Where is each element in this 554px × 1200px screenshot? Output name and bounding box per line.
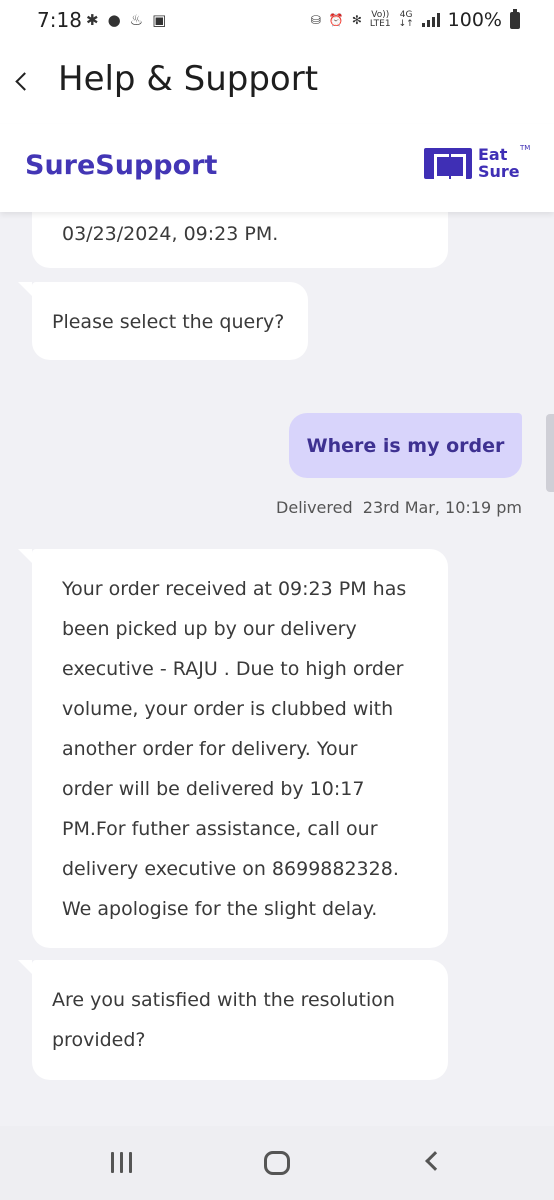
data-saver-icon: ⛁ — [310, 13, 321, 27]
swiggy-icon: ♨ — [129, 11, 144, 29]
app-bar: Help & Support — [0, 44, 554, 124]
brand-header: SureSupport Eat Sure TM — [0, 124, 554, 212]
battery-icon — [510, 8, 520, 29]
battery-percent: 100% — [447, 9, 502, 31]
volte-icon: Vo)) LTE1 — [369, 10, 391, 29]
notification-icons: ✱ ● ♨ ▣ — [86, 10, 166, 30]
eatsure-logo-mark-icon — [424, 148, 472, 179]
bluetooth-icon: ✻ — [351, 13, 362, 27]
system-nav-bar — [0, 1126, 554, 1200]
page-title: Help & Support — [58, 59, 319, 99]
eatsure-logo: Eat Sure TM — [424, 144, 532, 184]
signal-icon — [421, 13, 440, 27]
logo-text: Eat Sure — [478, 145, 520, 181]
bot-message: 03/23/2024, 09:23 PM. — [32, 212, 448, 268]
system-icons: ⛁ ⏰ ✻ Vo)) LTE1 4G ↓↑ 100% — [310, 8, 520, 31]
bot-message: Your order received at 09:23 PM has been… — [32, 549, 448, 948]
bot-message: Please select the query? — [32, 282, 308, 360]
bubble-tail — [18, 960, 32, 974]
home-icon[interactable] — [264, 1151, 290, 1175]
message-delivery-status: Delivered 23rd Mar, 10:19 pm — [276, 498, 522, 517]
gallery-icon: ▣ — [152, 11, 167, 29]
alarm-icon: ⏰ — [328, 13, 344, 27]
mobile-data-icon: 4G ↓↑ — [398, 10, 414, 29]
brand-name: SureSupport — [25, 150, 218, 181]
chat-thread[interactable]: 03/23/2024, 09:23 PM. Please select the … — [0, 212, 554, 1126]
recent-apps-icon[interactable] — [111, 1152, 132, 1173]
slack-icon: ✱ — [86, 11, 99, 29]
trademark-mark: TM — [520, 144, 531, 152]
bubble-tail — [18, 282, 32, 296]
bubble-tail — [18, 549, 32, 563]
scrollbar-thumb[interactable] — [546, 414, 554, 492]
user-message: Where is my order — [289, 413, 522, 478]
nav-back-icon[interactable] — [425, 1151, 445, 1171]
bot-message: Are you satisfied with the resolution pr… — [32, 960, 448, 1080]
game-controller-icon: ● — [107, 11, 121, 29]
status-time: 7:18 — [37, 8, 82, 32]
back-arrow-icon[interactable] — [8, 60, 38, 100]
status-bar: 7:18 ✱ ● ♨ ▣ ⛁ ⏰ ✻ Vo)) LTE1 4G ↓↑ 100% — [0, 0, 554, 44]
